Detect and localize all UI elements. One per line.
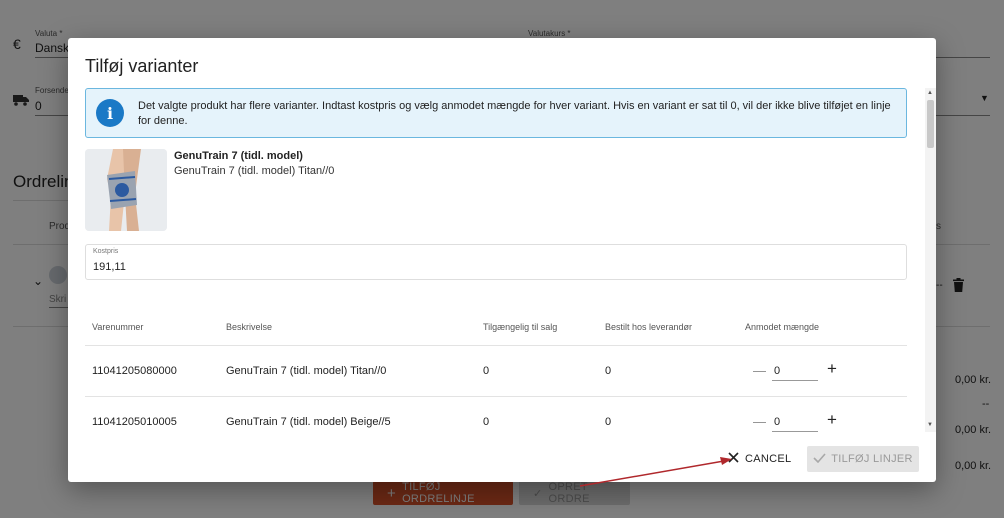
decrement-button[interactable]: — [753, 414, 766, 429]
cancel-button[interactable]: CANCEL [728, 446, 791, 472]
add-lines-label: TILFØJ LINJER [831, 453, 913, 465]
variants-table: Varenummer Beskrivelse Tilgængelig til s… [85, 308, 907, 432]
close-icon [728, 452, 739, 466]
info-text: Det valgte produkt har flere varianter. … [138, 100, 891, 127]
scroll-down-icon[interactable]: ▼ [927, 422, 933, 428]
product-variant: GenuTrain 7 (tidl. model) Titan//0 [174, 165, 335, 177]
check-icon [813, 452, 826, 466]
table-row: 11041205010005 GenuTrain 7 (tidl. model)… [85, 397, 907, 432]
add-variants-dialog: Tilføj varianter i Det valgte produkt ha… [68, 38, 936, 482]
cost-price-value[interactable]: 191,11 [93, 261, 126, 273]
quantity-input[interactable] [772, 361, 818, 381]
table-row: 11041205080000 GenuTrain 7 (tidl. model)… [85, 346, 907, 397]
row-sku: 11041205080000 [92, 365, 177, 377]
header-quantity: Anmodet mængde [745, 322, 820, 332]
cancel-label: CANCEL [745, 453, 792, 465]
product-image [85, 149, 167, 231]
row-available: 0 [483, 365, 490, 377]
increment-button[interactable]: + [827, 410, 837, 430]
add-lines-button[interactable]: TILFØJ LINJER [807, 446, 919, 472]
row-ordered: 0 [605, 416, 612, 428]
header-ordered: Bestilt hos leverandør [605, 322, 693, 332]
product-name: GenuTrain 7 (tidl. model) [174, 150, 303, 162]
row-description: GenuTrain 7 (tidl. model) Beige//5 [226, 416, 391, 428]
info-icon: i [96, 99, 124, 127]
row-sku: 11041205010005 [92, 416, 177, 428]
row-description: GenuTrain 7 (tidl. model) Titan//0 [226, 365, 387, 377]
scrollbar-thumb[interactable] [927, 100, 934, 148]
cost-price-field[interactable]: Kostpris 191,11 [85, 244, 907, 280]
info-banner: i Det valgte produkt har flere varianter… [85, 88, 907, 138]
cost-price-label: Kostpris [93, 248, 119, 255]
scroll-up-icon[interactable]: ▲ [927, 90, 933, 96]
row-ordered: 0 [605, 365, 612, 377]
header-sku: Varenummer [92, 322, 144, 332]
quantity-input[interactable] [772, 412, 818, 432]
dialog-scroll-area: i Det valgte produkt har flere varianter… [68, 88, 926, 432]
increment-button[interactable]: + [827, 359, 837, 379]
table-header: Varenummer Beskrivelse Tilgængelig til s… [85, 308, 907, 346]
row-available: 0 [483, 416, 490, 428]
decrement-button[interactable]: — [753, 363, 766, 378]
header-description: Beskrivelse [226, 322, 273, 332]
dialog-title: Tilføj varianter [85, 56, 199, 76]
header-available: Tilgængelig til salg [483, 322, 558, 332]
dialog-scrollbar[interactable]: ▲ ▼ [925, 88, 936, 432]
